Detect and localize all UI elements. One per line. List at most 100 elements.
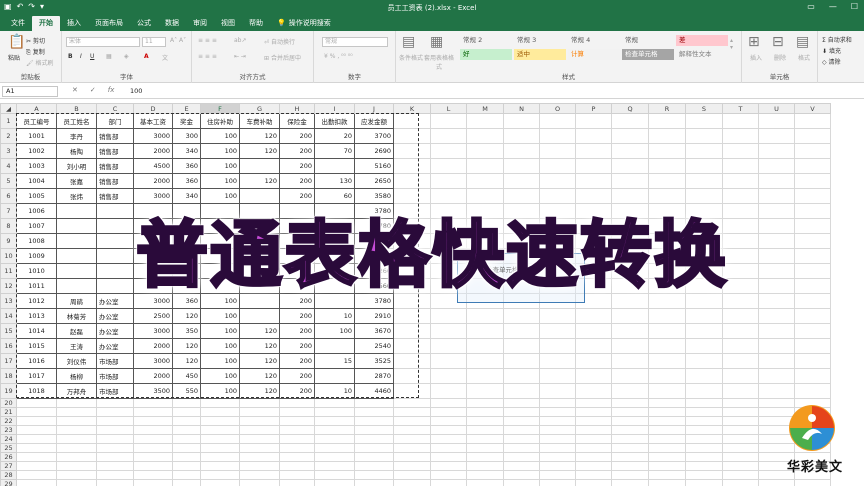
cell[interactable] (393, 452, 431, 462)
cell[interactable] (685, 479, 723, 486)
cell[interactable] (685, 323, 723, 339)
cell[interactable] (575, 353, 612, 369)
cell[interactable]: 2910 (354, 308, 394, 324)
cell[interactable] (430, 113, 467, 129)
cell[interactable] (685, 407, 723, 417)
tab-file[interactable]: 文件 (4, 16, 32, 31)
cell[interactable] (539, 434, 576, 444)
cell[interactable] (354, 416, 394, 426)
cell[interactable] (794, 479, 831, 486)
fill-color-icon[interactable]: ◈ (124, 53, 129, 60)
cell[interactable] (503, 407, 540, 417)
cell[interactable] (685, 383, 723, 399)
cell[interactable] (430, 479, 467, 486)
cell[interactable] (466, 143, 504, 159)
cell[interactable]: 20 (314, 128, 355, 144)
column-header-t[interactable]: T (722, 103, 759, 114)
cell[interactable]: 出勤扣款 (314, 113, 355, 129)
cell[interactable] (794, 323, 831, 339)
cell[interactable] (172, 443, 201, 453)
cell[interactable] (200, 425, 240, 435)
cell[interactable] (503, 443, 540, 453)
cell[interactable] (466, 128, 504, 144)
cell[interactable] (279, 461, 315, 471)
cell[interactable] (503, 308, 540, 324)
column-header-u[interactable]: U (758, 103, 795, 114)
insert-cells-icon[interactable]: ⊞ (748, 35, 760, 49)
cell[interactable] (648, 143, 686, 159)
cell[interactable] (393, 416, 431, 426)
cell[interactable]: 销售部 (96, 173, 134, 189)
cell[interactable]: 70 (314, 143, 355, 159)
row-header[interactable]: 18 (0, 368, 17, 384)
cell[interactable]: 杨陶 (56, 143, 97, 159)
vertical-align-icons[interactable]: ≡ ≡ ≡ (198, 37, 217, 44)
autosum-button[interactable]: Σ 自动求和 (822, 35, 852, 44)
tab-page-layout[interactable]: 页面布局 (88, 16, 130, 31)
cell[interactable] (393, 434, 431, 444)
cell[interactable] (758, 158, 795, 174)
cell[interactable] (466, 398, 504, 408)
cell[interactable] (648, 323, 686, 339)
cell[interactable] (430, 407, 467, 417)
cell[interactable] (239, 461, 280, 471)
tab-formulas[interactable]: 公式 (130, 16, 158, 31)
cell[interactable]: 基本工资 (133, 113, 173, 129)
formula-input[interactable]: 100 (130, 87, 142, 95)
cell[interactable] (722, 308, 759, 324)
cell[interactable]: 120 (239, 143, 280, 159)
cell[interactable]: 100 (200, 338, 240, 354)
cell[interactable]: 5160 (354, 158, 394, 174)
cell[interactable] (430, 470, 467, 480)
cell[interactable]: 住房补助 (200, 113, 240, 129)
row-header[interactable]: 26 (0, 452, 17, 462)
cell[interactable] (430, 128, 467, 144)
cell[interactable]: 120 (172, 338, 201, 354)
cell[interactable] (466, 416, 504, 426)
cell[interactable] (133, 443, 173, 453)
cell[interactable] (200, 470, 240, 480)
table-format-button[interactable]: 套用表格格式 (424, 53, 454, 71)
wrap-text-button[interactable]: ⏎ 自动换行 (264, 37, 295, 46)
cell-style-option[interactable]: 常规 4 (568, 35, 620, 46)
cell[interactable]: 120 (239, 173, 280, 189)
cell[interactable] (722, 461, 759, 471)
row-header[interactable]: 15 (0, 323, 17, 339)
row-header[interactable]: 21 (0, 407, 17, 417)
cell[interactable] (239, 443, 280, 453)
row-header[interactable]: 16 (0, 338, 17, 354)
cell[interactable] (393, 368, 431, 384)
cell[interactable] (503, 323, 540, 339)
cell[interactable] (648, 398, 686, 408)
cell[interactable] (56, 443, 97, 453)
cell[interactable]: 4460 (354, 383, 394, 399)
cell[interactable]: 销售部 (96, 128, 134, 144)
cell-style-option[interactable]: 计算 (568, 49, 620, 60)
table-format-icon[interactable]: ▦ (430, 35, 443, 49)
cell[interactable] (200, 407, 240, 417)
cell[interactable] (239, 416, 280, 426)
row-header[interactable]: 17 (0, 353, 17, 369)
fill-button[interactable]: ⬇ 填充 (822, 46, 841, 55)
cell[interactable] (16, 470, 57, 480)
cell[interactable] (466, 461, 504, 471)
column-header-n[interactable]: N (503, 103, 540, 114)
cell[interactable] (239, 425, 280, 435)
cell[interactable] (239, 158, 280, 174)
cell[interactable] (611, 452, 649, 462)
orientation-icon[interactable]: ab↗ (234, 37, 247, 44)
cell[interactable]: 刘小明 (56, 158, 97, 174)
currency-icons[interactable]: ¥ % , ⁰⁰ ⁰⁰ (324, 53, 353, 60)
cell[interactable]: 赵磊 (56, 323, 97, 339)
cell[interactable]: 刘仪伟 (56, 353, 97, 369)
cell[interactable] (539, 353, 576, 369)
cell[interactable] (279, 425, 315, 435)
cell[interactable] (611, 143, 649, 159)
cell[interactable]: 450 (172, 368, 201, 384)
cell[interactable] (56, 479, 97, 486)
column-header-g[interactable]: G (239, 103, 280, 114)
cell[interactable]: 张嘉 (56, 173, 97, 189)
row-header[interactable]: 5 (0, 173, 17, 189)
cell[interactable] (466, 173, 504, 189)
cell[interactable]: 2000 (133, 173, 173, 189)
